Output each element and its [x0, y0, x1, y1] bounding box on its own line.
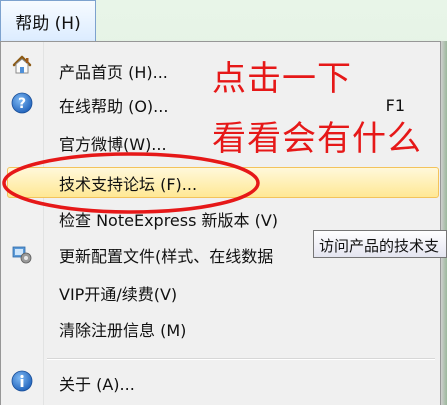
menubar-help[interactable]: 帮助 (H) — [0, 0, 96, 42]
menu-item-home-label: 产品首页 (H)... — [59, 63, 168, 82]
menu-separator — [47, 358, 435, 360]
menu-item-vip[interactable]: VIP开通/续费(V) — [43, 278, 439, 308]
menu-item-official-weibo-label: 官方微博(W)... — [59, 135, 167, 154]
menu-item-clear-registration-label: 清除注册信息 (M) — [59, 321, 187, 340]
update-config-icon — [12, 246, 32, 264]
menu-item-vip-label: VIP开通/续费(V) — [59, 285, 178, 304]
home-icon — [12, 55, 32, 74]
menu-item-about-label: 关于 (A)... — [59, 375, 135, 394]
annotation-line-2-text: 看看会有什么 — [212, 119, 422, 159]
menu-item-support-forum[interactable]: 技术支持论坛 (F)... — [43, 168, 439, 198]
annotation-line-1-text: 点击一下 — [212, 59, 352, 99]
menu-item-online-help-shortcut: F1 — [385, 95, 405, 115]
menubar-help-label: 帮助 (H) — [15, 13, 81, 34]
window-edge — [441, 41, 447, 405]
menu-item-online-help-label: 在线帮助 (O)... — [59, 97, 169, 116]
annotation-line-2: 看看会有什么 — [212, 122, 422, 156]
menu-item-clear-registration[interactable]: 清除注册信息 (M) — [43, 314, 439, 344]
tooltip: 访问产品的技术支 — [313, 230, 447, 258]
help-icon: ? — [11, 92, 33, 114]
annotation-line-1: 点击一下 — [212, 62, 352, 96]
tooltip-text: 访问产品的技术支 — [319, 237, 440, 255]
menu-item-update-config-label: 更新配置文件(样式、在线数据 — [59, 247, 274, 266]
menu-item-support-forum-label: 技术支持论坛 (F)... — [59, 175, 198, 194]
menu-item-check-update-label: 检查 NoteExpress 新版本 (V) — [59, 211, 279, 230]
svg-text:?: ? — [18, 96, 26, 112]
screenshot-root: 帮助 (H) 产品首页 (H)... ? 在线帮助 (O)... F1 官方微博… — [0, 0, 447, 405]
menu-item-about[interactable]: 关于 (A)... — [43, 368, 439, 398]
info-icon — [11, 370, 33, 392]
